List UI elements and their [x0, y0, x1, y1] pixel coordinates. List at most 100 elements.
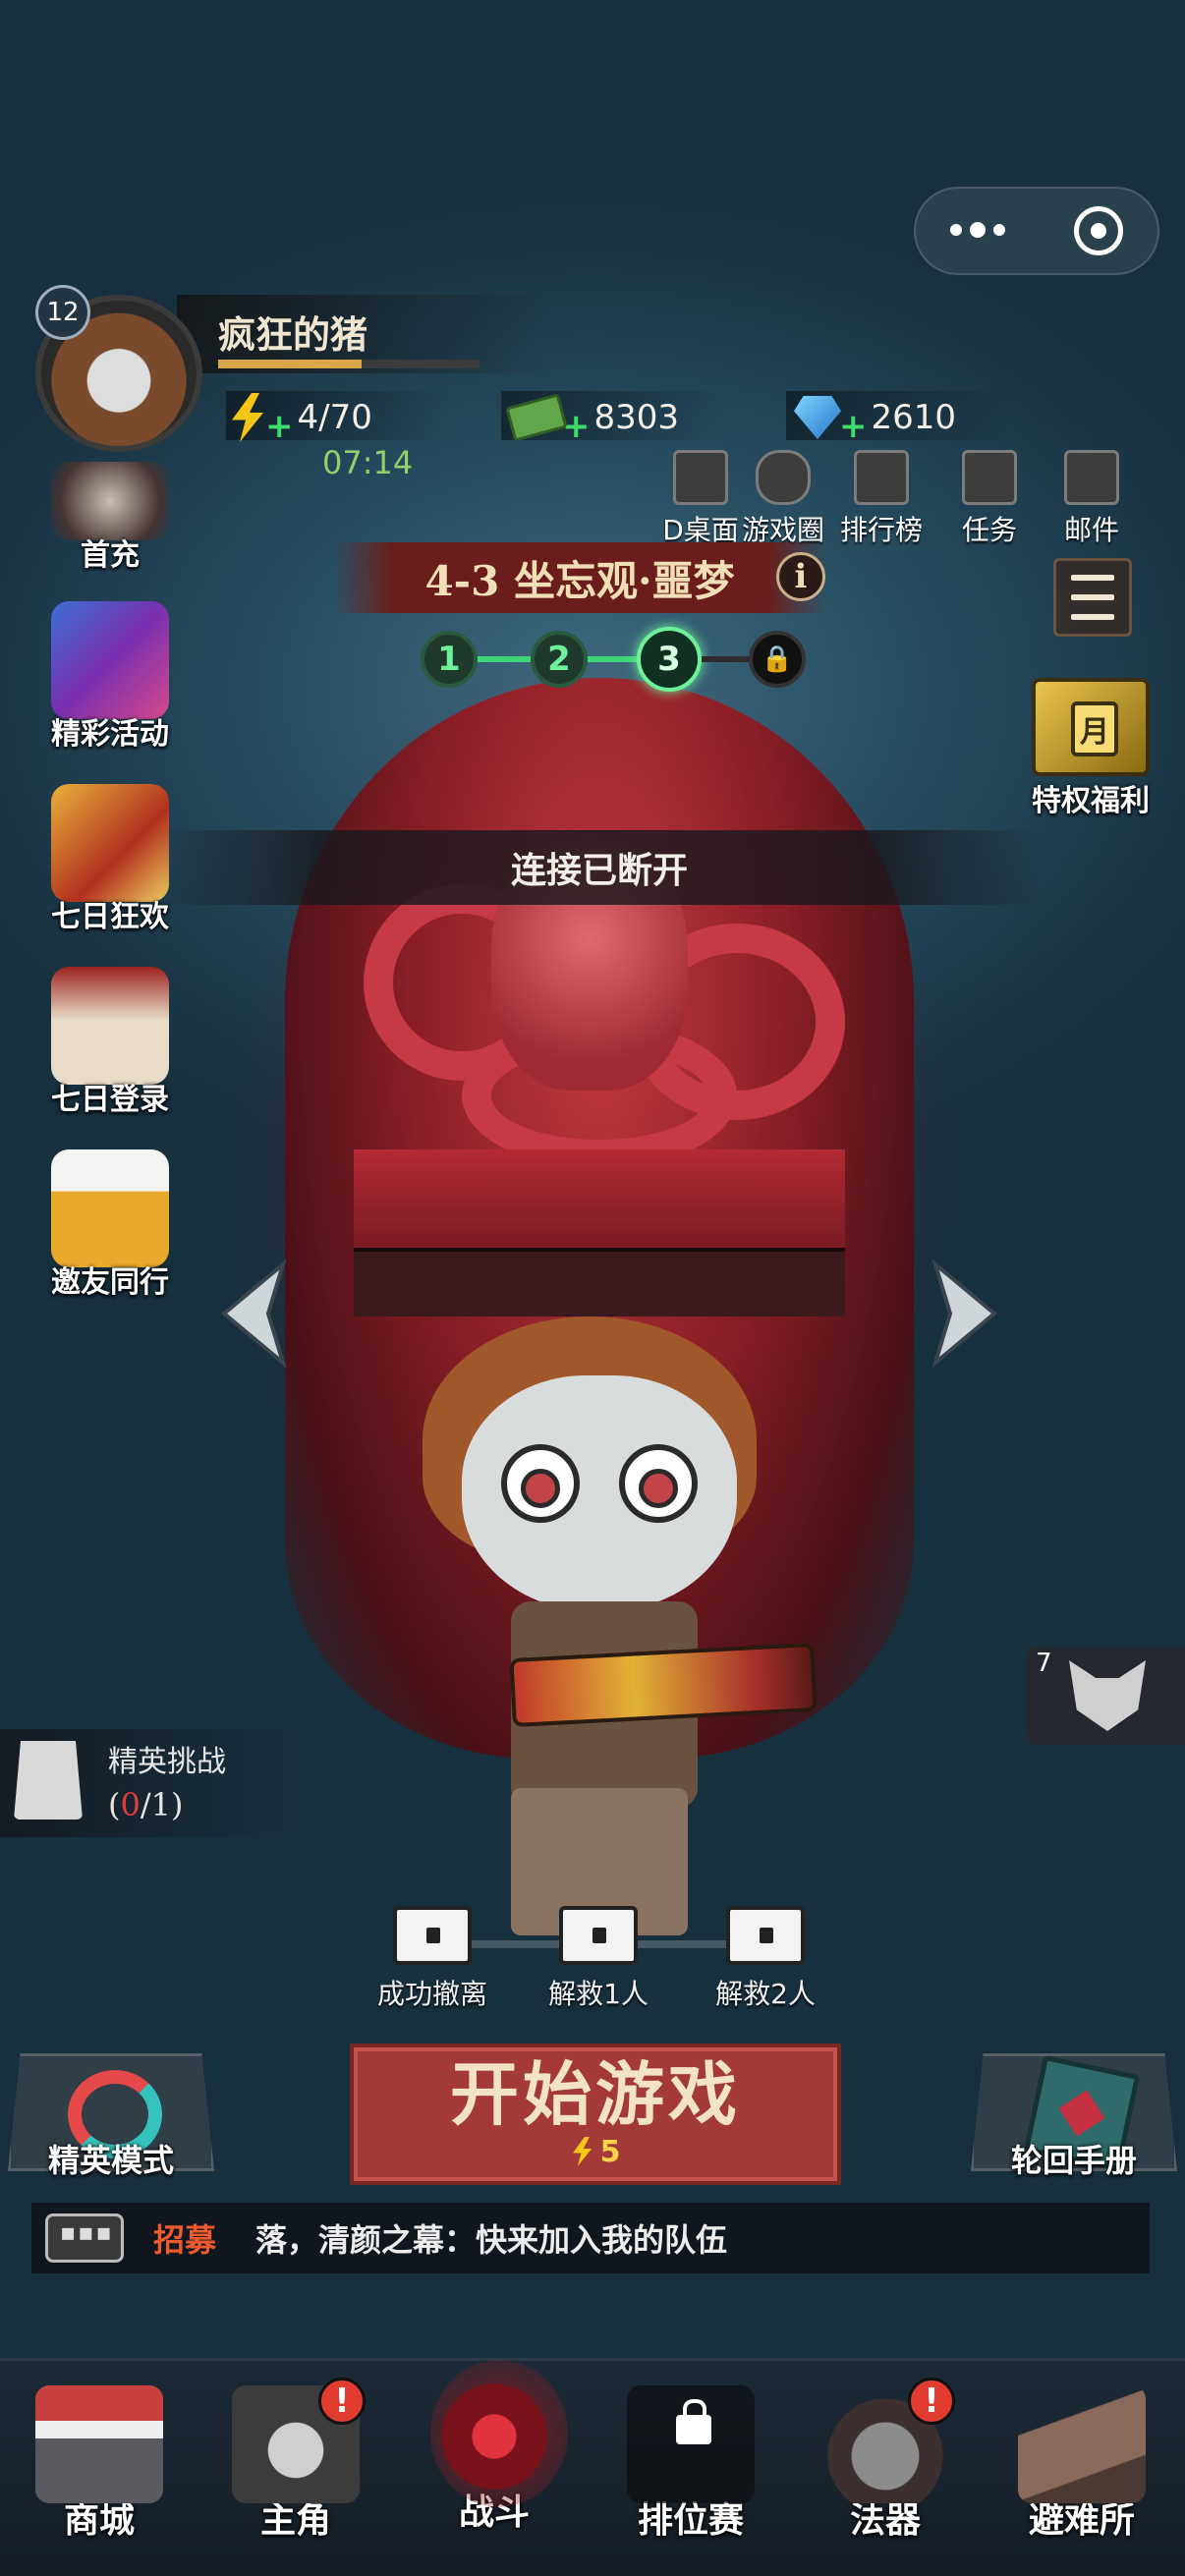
top-menu-game-circle[interactable]: 游戏圈 — [739, 450, 827, 548]
stage-title: 4-3 坐忘观·噩梦 — [334, 542, 825, 613]
side-first-charge[interactable]: 首充 — [31, 462, 189, 574]
manual-label: 轮回手册 — [1010, 2142, 1137, 2179]
statue-pedestal — [354, 1149, 845, 1248]
elite-scroll-icon — [14, 1741, 83, 1820]
privilege-benefits[interactable]: 月 特权福利 — [1022, 678, 1159, 819]
recruit-message: 落，清颜之幕：快来加入我的队伍 — [255, 2221, 728, 2259]
side-events[interactable]: 精彩活动 — [31, 601, 189, 753]
nav-shop[interactable]: 商城 — [16, 2385, 183, 2543]
stage-node-2[interactable]: 2 — [531, 631, 588, 688]
side-seven-login[interactable]: 七日登录 — [31, 967, 189, 1118]
chest-icon — [393, 1906, 472, 1965]
beer-mugs-icon — [51, 1149, 169, 1267]
add-gems-icon[interactable]: + — [839, 407, 868, 446]
stage-link — [588, 656, 639, 662]
lock-icon: 🔒 — [761, 644, 794, 674]
start-game-button[interactable]: 开始游戏 5 — [350, 2044, 841, 2185]
top-menu-label: 邮件 — [1063, 514, 1119, 546]
player-name: 疯狂的猪 — [218, 313, 368, 357]
stage-link — [478, 656, 531, 662]
alert-icon: ! — [908, 2378, 955, 2425]
nav-artifact[interactable]: ! 法器 — [802, 2378, 969, 2543]
more-dots-icon[interactable] — [950, 222, 1005, 238]
nav-ranked[interactable]: 排位赛 — [607, 2385, 774, 2543]
gamepad-icon — [756, 450, 811, 505]
chevron-right-icon — [931, 1259, 998, 1369]
side-label: 七日登录 — [51, 1083, 169, 1117]
chest-label: 解救2人 — [715, 1978, 816, 2010]
connection-lost-toast: 连接已断开 — [157, 830, 1042, 905]
monthly-card-badge: 月 — [1071, 701, 1118, 756]
diamond-icon — [794, 396, 841, 439]
chat-bubble-icon — [45, 2213, 124, 2263]
top-menu-label: 排行榜 — [839, 514, 923, 546]
gift-stars-icon — [51, 601, 169, 719]
miniprogram-capsule[interactable] — [914, 187, 1159, 275]
stamina-timer: 07:14 — [322, 444, 414, 481]
protagonist-face-icon: ! — [232, 2378, 366, 2503]
lock-icon — [676, 2399, 711, 2444]
reincarnation-manual-button[interactable]: 轮回手册 — [971, 2053, 1177, 2181]
chevron-left-icon — [220, 1259, 287, 1369]
cash-counter[interactable]: + 8303 — [505, 389, 679, 446]
recruit-tag: 招募 — [153, 2221, 217, 2259]
side-label: 邀友同行 — [51, 1265, 169, 1300]
top-menu-mail[interactable]: 邮件 — [1047, 450, 1136, 548]
top-menu-tasks[interactable]: 任务 — [945, 450, 1034, 548]
stamina-value: 4/70 — [297, 398, 372, 437]
nav-shelter[interactable]: 避难所 — [998, 2385, 1165, 2543]
recruit-chat-bar[interactable]: 招募 落，清颜之幕：快来加入我的队伍 — [31, 2203, 1150, 2273]
top-menu-desktop[interactable]: D桌面 — [656, 450, 745, 548]
top-menu-label: 任务 — [961, 514, 1017, 546]
privilege-label: 特权福利 — [1032, 784, 1150, 818]
start-cost: 5 — [571, 2134, 621, 2169]
gems-value: 2610 — [871, 398, 957, 437]
elite-challenge-count: (0/1) — [108, 1786, 183, 1823]
wolf-icon — [1069, 1660, 1146, 1731]
lightning-icon — [572, 2137, 592, 2166]
task-icon — [962, 450, 1017, 505]
close-target-icon[interactable] — [1074, 206, 1123, 255]
chest-rescue-1[interactable]: 解救1人 — [525, 1906, 672, 2012]
stamina-counter[interactable]: + 4/70 — [228, 389, 372, 446]
chest-label: 成功撤离 — [376, 1978, 487, 2010]
gems-counter[interactable]: + 2610 — [794, 389, 956, 446]
bell-artifact-icon: ! — [821, 2378, 955, 2503]
game-scene: 12 疯狂的猪 + 4/70 07:14 + 8303 + 2610 D桌面 游… — [0, 0, 1185, 2576]
chest-escape[interactable]: 成功撤离 — [359, 1906, 506, 2012]
start-cost-value: 5 — [599, 2134, 621, 2169]
xp-bar-fill — [218, 360, 362, 368]
prev-stage-arrow[interactable] — [214, 1259, 293, 1369]
statue-base — [354, 1248, 845, 1316]
stage-link — [702, 656, 751, 662]
stage-info-icon[interactable]: i — [776, 552, 825, 601]
wolf-event-badge[interactable]: 7 — [1026, 1647, 1185, 1745]
nav-battle[interactable]: 战斗 — [411, 2360, 578, 2535]
alert-icon: ! — [318, 2378, 366, 2425]
crossed-swords-icon — [627, 2385, 755, 2503]
chest-label: 解救1人 — [548, 1978, 649, 2010]
next-stage-arrow[interactable] — [926, 1259, 1004, 1369]
nav-protagonist[interactable]: ! 主角 — [212, 2378, 379, 2543]
chest-rescue-2[interactable]: 解救2人 — [692, 1906, 839, 2012]
hamburger-menu-button[interactable] — [1053, 558, 1132, 637]
monthly-card-icon: 月 — [1032, 678, 1150, 776]
chest-icon — [726, 1906, 805, 1965]
chest-icon — [559, 1906, 638, 1965]
tent-icon — [1018, 2385, 1146, 2503]
stage-node-locked[interactable]: 🔒 — [749, 631, 806, 688]
elite-challenge-title: 精英挑战 — [108, 1745, 226, 1779]
elite-mode-label: 精英模式 — [47, 2142, 174, 2179]
shop-stall-icon — [35, 2385, 163, 2503]
battle-eye-icon — [430, 2378, 558, 2495]
stage-node-1[interactable]: 1 — [421, 631, 478, 688]
calendar-seven-icon — [51, 967, 169, 1085]
desktop-icon — [673, 450, 728, 505]
stage-node-3[interactable]: 3 — [637, 627, 702, 692]
elite-mode-button[interactable]: 精英模式 — [8, 2053, 214, 2181]
side-invite-friends[interactable]: 邀友同行 — [31, 1149, 189, 1301]
add-stamina-icon[interactable]: + — [265, 407, 294, 446]
count-total: /1) — [140, 1786, 184, 1823]
count-done: 0 — [120, 1786, 141, 1823]
top-menu-ranking[interactable]: 排行榜 — [837, 450, 926, 548]
